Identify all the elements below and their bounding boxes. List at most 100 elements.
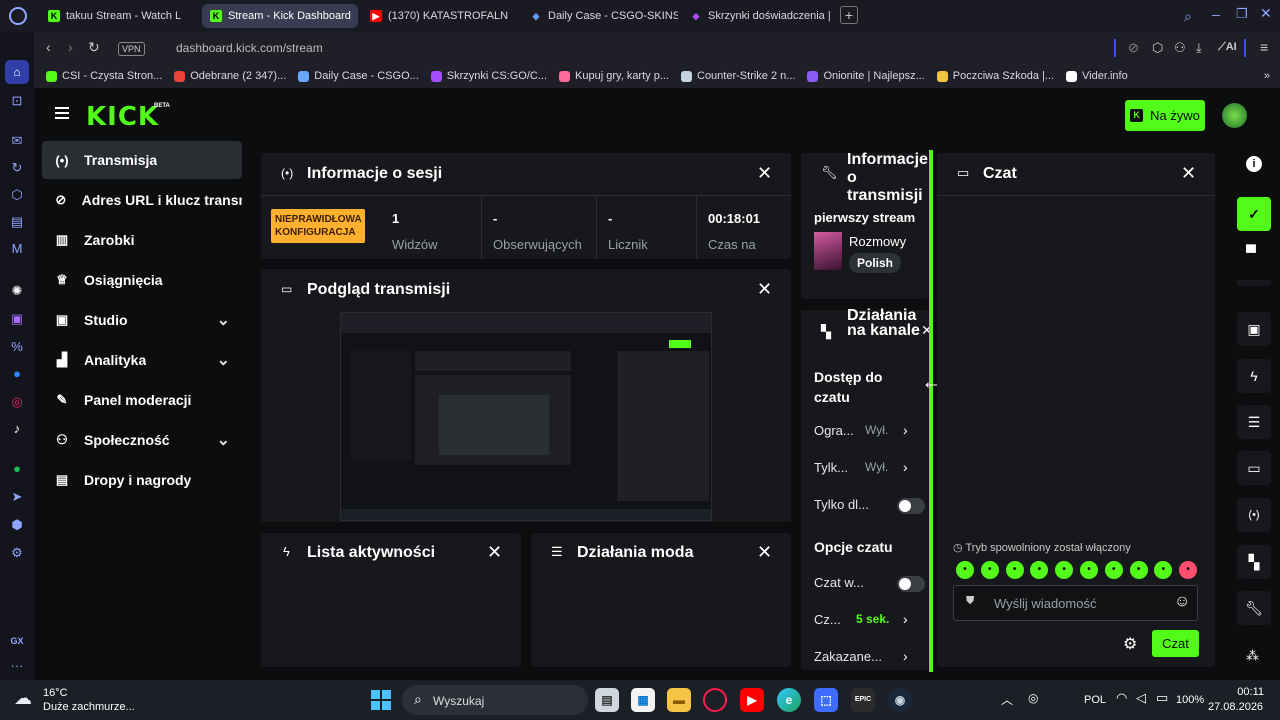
nav-item[interactable]: ⊘ Adres URL i klucz transmisji	[42, 181, 242, 219]
hamburger-icon[interactable]	[55, 107, 69, 119]
setting-row[interactable]: Cz... 5 sek. ›	[814, 611, 914, 630]
setting-row[interactable]: Ogra... Wył. ›	[814, 422, 914, 441]
nav-item[interactable]: ▣ Studio ⌄	[42, 301, 242, 339]
explorer-icon[interactable]: ▬	[667, 688, 691, 712]
setting-row[interactable]: Zakazane... ›	[814, 648, 914, 667]
maximize-icon[interactable]: ❐	[1236, 6, 1248, 22]
messenger-bubble-icon[interactable]: ●	[8, 365, 26, 383]
url-field[interactable]: dashboard.kick.com/stream	[176, 41, 323, 55]
setting-row[interactable]: Tylko dl...	[814, 497, 925, 515]
opera-gx-icon[interactable]	[703, 688, 727, 712]
task-view-icon[interactable]: ▤	[595, 688, 619, 712]
avatar[interactable]	[1222, 103, 1247, 128]
bookmark-item[interactable]: Skrzynki CS:GO/C...	[430, 70, 547, 82]
close-icon[interactable]: ✕	[487, 542, 502, 563]
go-live-button[interactable]: K Na żywo	[1125, 100, 1205, 131]
gamepad-icon[interactable]: ⊡	[8, 92, 26, 110]
cube-icon[interactable]: ⬡	[8, 186, 26, 204]
nav-item[interactable]: ⚇ Społeczność ⌄	[42, 421, 242, 459]
refresh-sidebar-icon[interactable]: ↻	[8, 159, 26, 177]
browser-tab[interactable]: K takuu Stream - Watch L	[40, 4, 190, 28]
menu-icon[interactable]: ≡	[1260, 39, 1268, 55]
emote-icon[interactable]: •	[1080, 561, 1098, 579]
ai-button[interactable]: ⟋AI	[1218, 41, 1237, 54]
layers-icon[interactable]: ▤	[8, 213, 26, 231]
more-icon[interactable]: ···	[8, 657, 26, 675]
download-icon[interactable]: ⤓	[1196, 40, 1202, 56]
extensions-icon[interactable]: ⬢	[8, 516, 26, 534]
nav-item[interactable]: (•) Transmisja	[42, 141, 242, 179]
messenger-icon[interactable]: ✉	[8, 132, 26, 150]
search-tabs-icon[interactable]: ⌕	[1184, 8, 1192, 25]
emote-icon[interactable]: •	[1129, 561, 1148, 579]
emoji-icon[interactable]: ☺	[1174, 593, 1190, 611]
opera-logo-icon[interactable]	[9, 7, 27, 25]
chatgpt-icon[interactable]: ✺	[8, 282, 26, 300]
bookmark-item[interactable]: Vider.info	[1066, 70, 1128, 82]
steam-icon[interactable]: ◉	[888, 688, 912, 712]
app-icon[interactable]: ⬚	[814, 688, 838, 712]
volume-icon[interactable]: ◁	[1136, 690, 1146, 706]
nav-item[interactable]: ♕ Osiągnięcia	[42, 261, 242, 299]
setting-row[interactable]: Tylk... Wył. ›	[814, 459, 914, 478]
shield-icon[interactable]: ⊘	[1128, 40, 1139, 56]
forward-icon[interactable]: ›	[68, 39, 73, 55]
clock-date[interactable]: 27.08.2026	[1208, 701, 1263, 713]
browser-tab[interactable]: ◈ Daily Case - CSGO-SKINS	[522, 4, 678, 28]
send-chat-button[interactable]: Czat	[1152, 630, 1199, 657]
chat-input[interactable]: ⛊ Wyślij wiadomość ☺	[953, 585, 1198, 621]
toggle-switch[interactable]	[897, 576, 925, 592]
info-icon[interactable]: i	[1246, 156, 1262, 172]
wifi-icon[interactable]: ◠	[1116, 690, 1127, 706]
percent-icon[interactable]: %	[8, 338, 26, 356]
chevron-up-icon[interactable]: ︿	[1001, 691, 1013, 708]
preview-toggle-button[interactable]: ▣	[1237, 312, 1271, 346]
nav-item[interactable]: ▤ Dropy i nagrody	[42, 461, 242, 499]
bookmark-item[interactable]: Daily Case - CSGO...	[298, 70, 419, 82]
gx-icon[interactable]: GX	[8, 632, 26, 650]
bookmark-item[interactable]: Poczciwa Szkoda |...	[936, 70, 1054, 82]
tiktok-icon[interactable]: ♪	[8, 420, 26, 438]
layout-icon[interactable]: ▀	[1246, 244, 1256, 260]
bookmark-item[interactable]: CSI - Czysta Stron...	[46, 70, 162, 82]
browser-tab[interactable]: ◆ Skrzynki doświadczenia | C	[682, 4, 834, 28]
activity-toggle-button[interactable]: ϟ	[1237, 359, 1271, 393]
minimize-icon[interactable]: –	[1212, 6, 1220, 22]
reload-icon[interactable]: ↻	[88, 39, 100, 56]
bookmark-item[interactable]: Odebrane (2 347)...	[174, 70, 286, 82]
emote-icon[interactable]: •	[956, 561, 974, 579]
toggle-switch[interactable]	[897, 498, 925, 514]
battery-icon[interactable]: ▭	[1156, 690, 1168, 706]
browser-tab-active[interactable]: K Stream - Kick Dashboard	[202, 4, 358, 28]
youtube-icon[interactable]: ▶	[740, 688, 764, 712]
setting-row[interactable]: Czat w...	[814, 575, 925, 593]
bookmark-item[interactable]: Counter-Strike 2 n...	[681, 70, 795, 82]
close-icon[interactable]: ✕	[757, 279, 772, 300]
instagram-icon[interactable]: ◎	[8, 393, 26, 411]
nav-item[interactable]: ✎ Panel moderacji	[42, 381, 242, 419]
nav-item[interactable]: ▟ Analityka ⌄	[42, 341, 242, 379]
spotify-icon[interactable]: ●	[8, 460, 26, 478]
store-icon[interactable]: ▦	[631, 688, 655, 712]
clock-time[interactable]: 00:11	[1232, 686, 1264, 698]
chevron-down-icon[interactable]: ⌄	[217, 350, 230, 370]
send-icon[interactable]: ➤	[8, 488, 26, 506]
start-icon[interactable]	[371, 690, 391, 710]
chat-toggle-button[interactable]: ▭	[1237, 451, 1271, 485]
settings-icon[interactable]: ⚙	[8, 544, 26, 562]
panel-resize-handle[interactable]	[929, 150, 933, 672]
close-icon[interactable]: ✕	[1181, 163, 1196, 184]
bookmark-item[interactable]: Kupuj gry, karty p...	[559, 70, 669, 82]
new-tab-button[interactable]: +	[840, 6, 858, 24]
cube-toolbar-icon[interactable]: ⬡	[1152, 40, 1163, 56]
close-window-icon[interactable]: ✕	[1260, 5, 1272, 22]
back-icon[interactable]: ‹	[46, 39, 51, 55]
channel-actions-toggle-button[interactable]: ▚	[1237, 545, 1271, 579]
emote-icon[interactable]: •	[1104, 561, 1123, 579]
lang-indicator[interactable]: POL	[1084, 694, 1106, 706]
stream-info-toggle-button[interactable]: 🔧︎	[1237, 591, 1271, 625]
nav-item[interactable]: ▥ Zarobki	[42, 221, 242, 259]
vpn-badge[interactable]: VPN	[118, 42, 145, 56]
epic-games-icon[interactable]: EPIC	[851, 688, 875, 712]
taskbar-search[interactable]: ⌕ Wyszukaj	[402, 685, 588, 715]
